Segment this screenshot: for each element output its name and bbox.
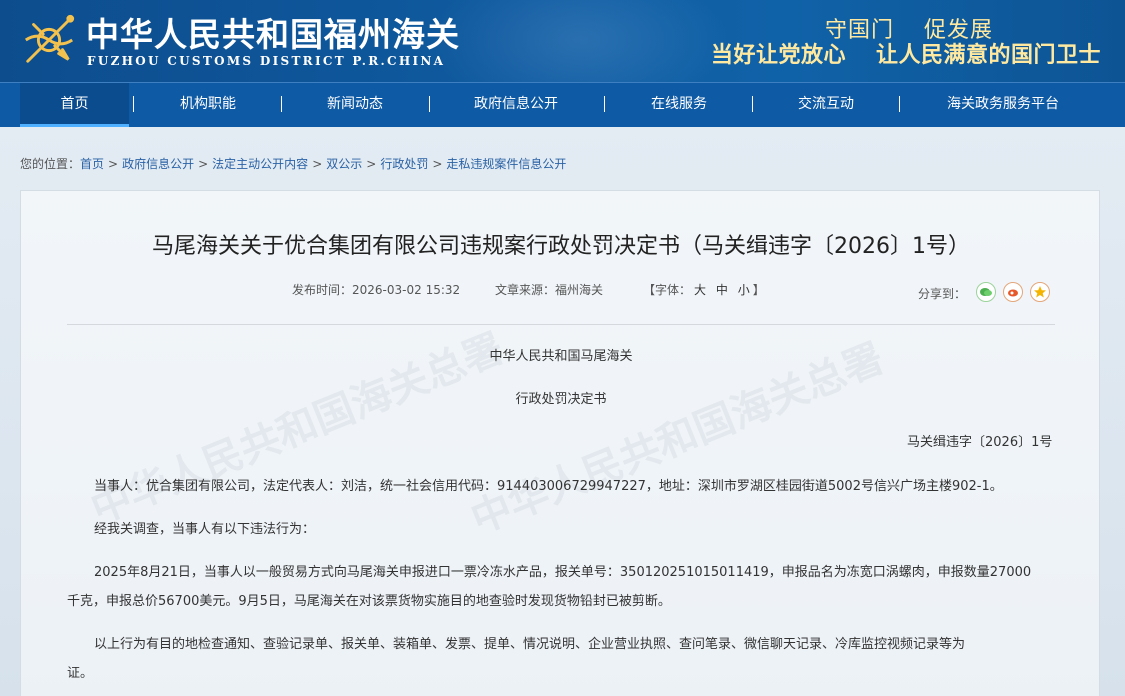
- breadcrumb-prefix: 您的位置：: [20, 157, 81, 171]
- slogan-part: 让人民满意的国门卫士: [875, 43, 1101, 68]
- breadcrumb-link-statutory[interactable]: 法定主动公开内容: [212, 157, 308, 171]
- main-nav: 首页 机构职能 新闻动态 政府信息公开 在线服务 交流互动 海关政务服务平台: [0, 82, 1125, 127]
- breadcrumb-link-home[interactable]: 首页: [80, 157, 104, 171]
- publish-time: 发布时间：2026-03-02 15:32: [292, 281, 460, 298]
- nav-item-organization[interactable]: 机构职能: [158, 83, 258, 127]
- article-title: 马尾海关关于优合集团有限公司违规案行政处罚决定书（马关缉违字〔2026〕1号）: [152, 234, 970, 259]
- breadcrumb-link-gov-info[interactable]: 政府信息公开: [122, 157, 194, 171]
- nav-separator: [133, 96, 134, 112]
- nav-item-service-platform[interactable]: 海关政务服务平台: [928, 83, 1078, 127]
- nav-item-news[interactable]: 新闻动态: [305, 83, 405, 127]
- paragraph-investigation: 经我关调查，当事人有以下违法行为：: [94, 522, 316, 537]
- breadcrumb-separator: >: [108, 157, 119, 171]
- slogan-line-2: 当好让党放心 让人民满意的国门卫士: [711, 37, 1101, 69]
- article-divider: [67, 324, 1055, 325]
- paragraph-evidence-line: 以上行为有目的地检查通知、查验记录单、报关单、装箱单、发票、提单、情况说明、企业…: [94, 637, 966, 652]
- breadcrumb-link-dual-publicity[interactable]: 双公示: [326, 157, 362, 171]
- wechat-icon[interactable]: [976, 282, 996, 302]
- paragraph-evidence-line: 证。: [67, 666, 94, 681]
- nav-item-home[interactable]: 首页: [20, 83, 129, 127]
- breadcrumb-separator: >: [198, 157, 209, 171]
- article-panel: 中华人民共和国海关总署 中华人民共和国海关总署 马尾海关关于优合集团有限公司违规…: [20, 190, 1100, 696]
- font-size-switcher: 【字体：大 中 小】: [643, 281, 765, 298]
- breadcrumb-link-penalty[interactable]: 行政处罚: [380, 157, 428, 171]
- site-header: 中华人民共和国福州海关 FUZHOU CUSTOMS DISTRICT P.R.…: [0, 0, 1125, 82]
- customs-emblem-icon[interactable]: [20, 11, 78, 69]
- favorite-icon[interactable]: [1030, 282, 1050, 302]
- publish-label: 发布时间：: [292, 283, 353, 297]
- document-type: 行政处罚决定书: [515, 392, 607, 407]
- breadcrumb-separator: >: [312, 157, 323, 171]
- nav-separator: [281, 96, 282, 112]
- source-value: 福州海关: [555, 283, 604, 297]
- font-size-close: 】: [752, 283, 765, 297]
- font-size-small[interactable]: 小: [738, 283, 750, 297]
- document-number: 马关缉违字〔2026〕1号: [907, 435, 1053, 450]
- font-size-label: 【字体：: [643, 283, 692, 297]
- breadcrumb-separator: >: [432, 157, 443, 171]
- breadcrumb-separator: >: [366, 157, 377, 171]
- breadcrumb: 您的位置：首页 > 政府信息公开 > 法定主动公开内容 > 双公示 > 行政处罚 > 走私违规案件信…: [20, 155, 566, 172]
- nav-item-interaction[interactable]: 交流互动: [776, 83, 876, 127]
- source-label: 文章来源：: [495, 283, 556, 297]
- paragraph-facts-line: 千克，申报总价56700美元。9月5日，马尾海关在对该票货物实施目的地查验时发现…: [67, 594, 671, 609]
- breadcrumb-link-smuggling-cases[interactable]: 走私违规案件信息公开: [446, 157, 566, 171]
- nav-separator: [899, 96, 900, 112]
- weibo-icon[interactable]: [1003, 282, 1023, 302]
- slogan-part: 当好让党放心: [710, 43, 846, 68]
- paragraph-party: 当事人：优合集团有限公司，法定代表人：刘洁，统一社会信用代码：914403006…: [94, 479, 1003, 494]
- nav-separator: [752, 96, 753, 112]
- publish-value: 2026-03-02 15:32: [352, 283, 461, 297]
- font-size-medium[interactable]: 中: [716, 283, 728, 297]
- nav-item-gov-info[interactable]: 政府信息公开: [456, 83, 576, 127]
- nav-item-online-service[interactable]: 在线服务: [629, 83, 729, 127]
- site-title[interactable]: 中华人民共和国福州海关: [86, 8, 460, 56]
- header-decoration: [430, 0, 730, 82]
- share-label: 分享到：: [918, 287, 967, 301]
- nav-separator: [429, 96, 430, 112]
- article-source: 文章来源：福州海关: [495, 281, 603, 298]
- nav-separator: [604, 96, 605, 112]
- paragraph-facts-line: 2025年8月21日，当事人以一般贸易方式向马尾海关申报进口一票冷冻水产品，报关…: [94, 565, 1032, 580]
- issuing-organization: 中华人民共和国马尾海关: [489, 349, 633, 364]
- site-subtitle: FUZHOU CUSTOMS DISTRICT P.R.CHINA: [87, 54, 446, 68]
- font-size-large[interactable]: 大: [694, 283, 706, 297]
